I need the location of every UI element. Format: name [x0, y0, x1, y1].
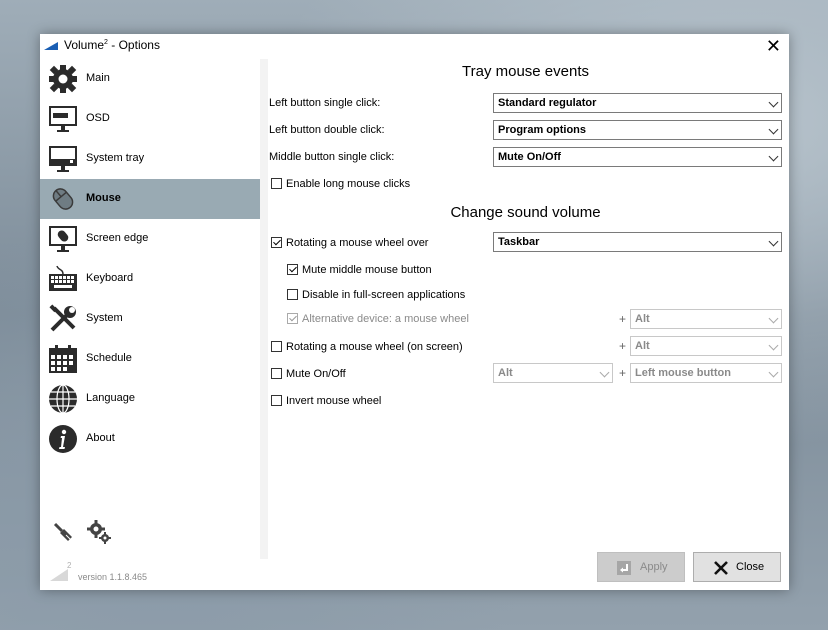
sound-section-title: Change sound volume — [450, 204, 601, 221]
sidebar-item-label: Language — [86, 392, 135, 404]
sidebar-item-label: Schedule — [86, 352, 132, 364]
chevron-down-icon — [768, 340, 779, 351]
long-clicks-label: Enable long mouse clicks — [286, 178, 411, 190]
plus-sign: + — [619, 312, 627, 326]
chevron-down-icon — [599, 367, 610, 378]
wheel-screen-label: Rotating a mouse wheel (on screen) — [286, 341, 463, 353]
alt-device-label: Alternative device: a mouse wheel — [302, 313, 469, 325]
disable-fullscreen-checkbox[interactable] — [287, 289, 298, 300]
tools-icon — [49, 304, 76, 332]
chevron-down-icon — [768, 313, 779, 324]
sidebar-item-main[interactable]: Main — [40, 59, 260, 99]
logo-superscript: 2 — [67, 561, 72, 570]
sidebar-item-label: Keyboard — [86, 272, 134, 284]
monitor-mouse-icon — [49, 226, 77, 252]
wheel-screen-modifier-select[interactable]: Alt — [630, 336, 782, 356]
wheel-screen-checkbox[interactable] — [271, 341, 282, 352]
sidebar-item-label: OSD — [86, 112, 110, 124]
close-window-icon[interactable]: ✕ — [766, 36, 781, 56]
sidebar-item-label: System — [86, 312, 123, 324]
monitor-tray-icon — [49, 146, 77, 172]
long-clicks-checkbox[interactable] — [271, 178, 282, 189]
sidebar-item-screen-edge[interactable]: Screen edge — [40, 219, 260, 259]
mute-middle-label: Mute middle mouse button — [302, 264, 432, 276]
window-title: Volume2 - Options — [64, 38, 160, 52]
sidebar-divider — [260, 59, 268, 559]
mouse-icon — [52, 188, 74, 210]
close-button[interactable]: Close — [693, 552, 781, 582]
left-double-click-label: Left button double click: — [269, 124, 385, 136]
left-single-click-select[interactable]: Standard regulator — [493, 93, 782, 113]
apply-label: Apply — [640, 561, 668, 573]
apply-button[interactable]: Apply — [597, 552, 685, 582]
sidebar-item-language[interactable]: Language — [40, 379, 260, 419]
sidebar-item-label: About — [86, 432, 115, 444]
alt-device-checkbox[interactable] — [287, 313, 298, 324]
chevron-down-icon — [768, 124, 779, 135]
wheel-over-checkbox[interactable] — [271, 237, 282, 248]
chevron-down-icon — [768, 97, 779, 108]
chevron-down-icon — [768, 367, 779, 378]
sidebar-item-label: System tray — [86, 152, 145, 164]
calendar-icon — [49, 345, 77, 373]
plus-sign: + — [619, 339, 627, 353]
options-window: Volume2 - Options ✕ Main OSD System tray… — [40, 34, 789, 590]
middle-single-click-label: Middle button single click: — [269, 151, 395, 163]
sidebar-item-keyboard[interactable]: Keyboard — [40, 259, 260, 299]
wheel-over-label: Rotating a mouse wheel over — [286, 237, 429, 249]
info-icon — [49, 425, 77, 453]
chevron-down-icon — [768, 236, 779, 247]
left-single-click-label: Left button single click: — [269, 97, 381, 109]
brush-icon[interactable] — [52, 521, 74, 543]
sidebar-item-osd[interactable]: OSD — [40, 99, 260, 139]
sidebar-item-schedule[interactable]: Schedule — [40, 339, 260, 379]
tray-section-title: Tray mouse events — [462, 63, 589, 80]
sidebar-item-system-tray[interactable]: System tray — [40, 139, 260, 179]
middle-single-click-select[interactable]: Mute On/Off — [493, 147, 782, 167]
sidebar-item-label: Main — [86, 72, 110, 84]
sidebar-item-system[interactable]: System — [40, 299, 260, 339]
sidebar-item-about[interactable]: About — [40, 419, 260, 459]
title-bar: Volume2 - Options ✕ — [40, 34, 789, 59]
sidebar-item-label: Screen edge — [86, 232, 149, 244]
close-icon — [714, 561, 728, 575]
invert-wheel-label: Invert mouse wheel — [286, 395, 382, 407]
mute-middle-checkbox[interactable] — [287, 264, 298, 275]
gear-icon — [49, 65, 77, 93]
mute-modifier-select[interactable]: Alt — [493, 363, 613, 383]
sidebar-item-label: Mouse — [86, 192, 121, 204]
volume-logo-icon — [44, 42, 58, 50]
advanced-settings-icon[interactable] — [86, 519, 112, 545]
close-label: Close — [736, 561, 765, 573]
keyboard-icon — [49, 265, 77, 291]
mute-label: Mute On/Off — [286, 368, 346, 380]
invert-wheel-checkbox[interactable] — [271, 395, 282, 406]
left-double-click-select[interactable]: Program options — [493, 120, 782, 140]
globe-icon — [49, 384, 77, 414]
sidebar: Main OSD System tray Mouse Screen edge K… — [40, 59, 260, 559]
plus-sign: + — [619, 366, 627, 380]
wheel-over-select[interactable]: Taskbar — [493, 232, 782, 252]
alt-device-modifier-select[interactable]: Alt — [630, 309, 782, 329]
version-text: version 1.1.8.465 — [78, 572, 148, 582]
chevron-down-icon — [768, 151, 779, 162]
disable-fullscreen-label: Disable in full-screen applications — [302, 289, 466, 301]
mute-checkbox[interactable] — [271, 368, 282, 379]
mouse-settings-panel: Tray mouse events Left button single cli… — [268, 59, 783, 559]
volume-logo-icon — [50, 569, 68, 581]
apply-icon — [617, 561, 631, 575]
mute-button-select[interactable]: Left mouse button — [630, 363, 782, 383]
sidebar-item-mouse[interactable]: Mouse — [40, 179, 260, 219]
monitor-icon — [49, 106, 77, 132]
